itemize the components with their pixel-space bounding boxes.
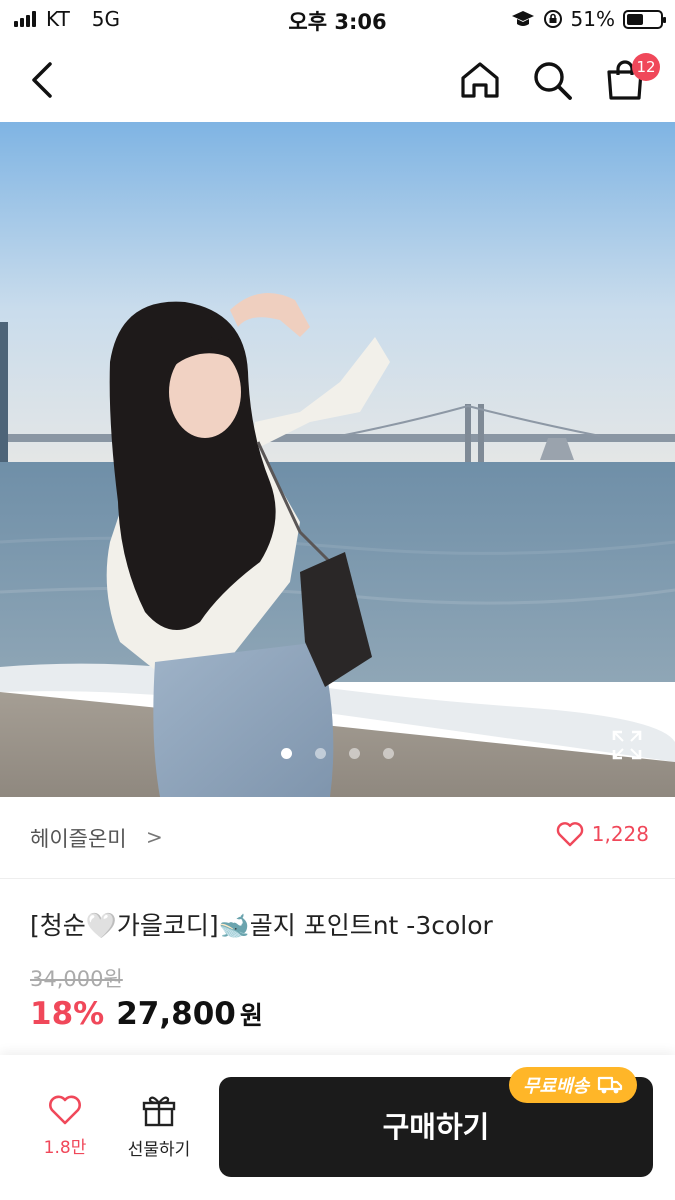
wishlist-button[interactable]: 1.8만 xyxy=(34,1095,96,1158)
home-icon[interactable] xyxy=(458,58,502,102)
delivery-truck-icon xyxy=(598,1076,623,1094)
free-shipping-label: 무료배송 xyxy=(523,1076,590,1097)
seller-like-count: 1,228 xyxy=(591,822,649,846)
bottom-action-bar: 1.8만 선물하기 구매하기 무료배송 xyxy=(0,1055,675,1200)
gift-icon xyxy=(142,1096,176,1127)
free-shipping-badge: 무료배송 xyxy=(509,1067,638,1103)
cart-count-badge: 12 xyxy=(632,53,660,81)
sale-price: 27,800 xyxy=(116,996,236,1032)
battery-percent: 51% xyxy=(570,7,615,31)
gallery-dot[interactable] xyxy=(315,748,326,759)
gallery-dot[interactable] xyxy=(349,748,360,759)
product-image[interactable] xyxy=(0,122,675,797)
product-title: [청순🤍가을코디]🐋골지 포인트nt -3color xyxy=(30,911,493,940)
gallery-dot[interactable] xyxy=(281,748,292,759)
back-chevron-icon[interactable] xyxy=(24,58,64,102)
wishlist-count: 1.8만 xyxy=(43,1138,87,1158)
graduation-cap-icon xyxy=(511,11,534,26)
top-nav xyxy=(0,40,675,122)
discount-rate: 18% xyxy=(30,996,105,1032)
seller-row[interactable]: 헤이즐온미 > 1,228 xyxy=(0,797,675,879)
original-price: 34,000원 xyxy=(30,967,123,991)
gift-label: 선물하기 xyxy=(127,1140,191,1160)
chevron-right-icon: > xyxy=(146,825,163,849)
gift-button[interactable]: 선물하기 xyxy=(116,1095,202,1160)
expand-icon[interactable] xyxy=(610,728,644,762)
rotation-lock-icon xyxy=(543,10,562,28)
currency-label: 원 xyxy=(239,1001,263,1030)
price-row: 18% 27,800 원 xyxy=(30,996,263,1032)
gallery-pagination xyxy=(0,748,675,759)
product-photo xyxy=(0,122,675,797)
heart-outline-icon xyxy=(556,822,583,847)
seller-name[interactable]: 헤이즐온미 xyxy=(30,823,127,853)
heart-outline-icon xyxy=(49,1095,81,1125)
battery-icon xyxy=(623,9,666,29)
gallery-dot[interactable] xyxy=(383,748,394,759)
seller-like-button[interactable]: 1,228 xyxy=(556,821,649,847)
search-icon[interactable] xyxy=(530,58,574,102)
status-bar: KT 5G 오후 3:06 51% xyxy=(0,0,675,40)
